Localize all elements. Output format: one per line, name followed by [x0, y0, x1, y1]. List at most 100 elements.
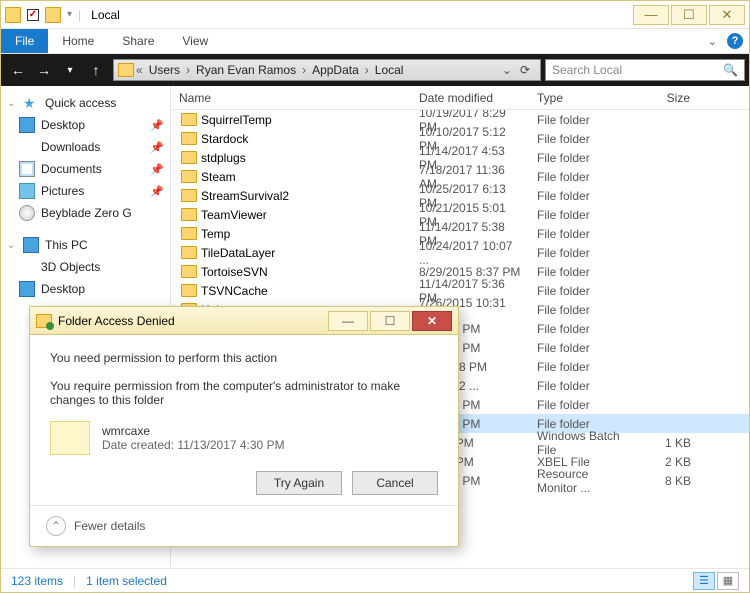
- nav-item[interactable]: Desktop: [1, 278, 170, 300]
- qat-checkbox-icon[interactable]: ✓: [27, 9, 39, 21]
- minimize-button[interactable]: —: [633, 5, 669, 25]
- maximize-button[interactable]: ☐: [671, 5, 707, 25]
- fewer-details-link[interactable]: Fewer details: [74, 519, 145, 533]
- file-type: File folder: [529, 360, 639, 374]
- pin-icon: 📌: [150, 119, 164, 132]
- search-icon: 🔍: [723, 63, 738, 77]
- folder-icon: [181, 170, 197, 183]
- file-name: TileDataLayer: [201, 246, 275, 260]
- nav-label: Documents: [41, 162, 102, 176]
- column-name[interactable]: Name: [171, 91, 411, 105]
- file-type: Windows Batch File: [529, 429, 639, 457]
- column-size[interactable]: Size: [639, 91, 699, 105]
- address-bar[interactable]: « Users › Ryan Evan Ramos › AppData › Lo…: [113, 59, 541, 81]
- tab-view[interactable]: View: [168, 29, 222, 53]
- dialog-close-button[interactable]: ✕: [412, 311, 452, 331]
- dialog-titlebar[interactable]: Folder Access Denied — ☐ ✕: [30, 307, 458, 335]
- breadcrumb-seg[interactable]: Users: [145, 63, 184, 77]
- close-button[interactable]: ✕: [709, 5, 745, 25]
- chevron-up-icon[interactable]: ⌃: [46, 516, 66, 536]
- nav-label: Desktop: [41, 118, 85, 132]
- file-type: File folder: [529, 398, 639, 412]
- column-type[interactable]: Type: [529, 91, 639, 105]
- chevron-icon: «: [136, 63, 143, 77]
- pic-icon: [19, 183, 35, 199]
- folder-icon: [181, 246, 197, 259]
- nav-item[interactable]: Beyblade Zero G: [1, 202, 170, 224]
- pc-icon: [23, 237, 39, 253]
- breadcrumb-seg[interactable]: AppData: [308, 63, 363, 77]
- nav-item[interactable]: Documents📌: [1, 158, 170, 180]
- forward-button[interactable]: →: [31, 58, 57, 82]
- cube-icon: [19, 259, 35, 275]
- address-dropdown-icon[interactable]: ⌄: [502, 63, 512, 77]
- statusbar: 123 items | 1 item selected ☰ ▦: [1, 568, 749, 592]
- chevron-icon[interactable]: ›: [365, 63, 369, 77]
- back-button[interactable]: ←: [5, 58, 31, 82]
- nav-label: Desktop: [41, 282, 85, 296]
- file-type: Resource Monitor ...: [529, 467, 639, 495]
- refresh-icon[interactable]: ⟳: [514, 63, 536, 77]
- caret-icon[interactable]: ⌄: [7, 98, 17, 109]
- table-row[interactable]: TileDataLayer10/24/2017 10:07 ...File fo…: [171, 243, 749, 262]
- folder-icon: [181, 208, 197, 221]
- this-pc-label: This PC: [45, 238, 88, 252]
- up-button[interactable]: ↑: [83, 58, 109, 82]
- nav-label: Downloads: [41, 140, 100, 154]
- nav-label: Pictures: [41, 184, 84, 198]
- item-count: 123 items: [11, 574, 63, 588]
- file-tab[interactable]: File: [1, 29, 48, 53]
- folder-access-denied-dialog: Folder Access Denied — ☐ ✕ You need perm…: [29, 306, 459, 547]
- dialog-maximize-button[interactable]: ☐: [370, 311, 410, 331]
- nav-label: 3D Objects: [41, 260, 100, 274]
- nav-item[interactable]: Pictures📌: [1, 180, 170, 202]
- file-type: File folder: [529, 322, 639, 336]
- details-view-button[interactable]: ☰: [693, 572, 715, 590]
- quick-access-label: Quick access: [45, 96, 116, 110]
- icons-view-button[interactable]: ▦: [717, 572, 739, 590]
- try-again-button[interactable]: Try Again: [256, 471, 342, 495]
- ribbon: File Home Share View ⌄ ?: [1, 29, 749, 54]
- folder-icon: [5, 7, 21, 23]
- file-type: File folder: [529, 246, 639, 260]
- this-pc[interactable]: ⌄ This PC: [1, 234, 170, 256]
- nav-item[interactable]: 3D Objects: [1, 256, 170, 278]
- chevron-icon[interactable]: ›: [186, 63, 190, 77]
- dialog-message-2: You require permission from the computer…: [50, 379, 438, 407]
- file-name: stdplugs: [201, 151, 246, 165]
- search-input[interactable]: Search Local 🔍: [545, 59, 745, 81]
- file-size: 2 KB: [639, 455, 699, 469]
- file-name: StreamSurvival2: [201, 189, 289, 203]
- folder-shield-icon: [36, 314, 52, 328]
- tab-share[interactable]: Share: [108, 29, 168, 53]
- doc-icon: [19, 161, 35, 177]
- file-type: File folder: [529, 303, 639, 317]
- breadcrumb-seg[interactable]: Ryan Evan Ramos: [192, 63, 300, 77]
- qat-dropdown-icon[interactable]: ▾: [67, 9, 72, 20]
- file-name: Stardock: [201, 132, 248, 146]
- folder-icon: [118, 63, 134, 77]
- file-name: TortoiseSVN: [201, 265, 268, 279]
- chevron-icon[interactable]: ›: [302, 63, 306, 77]
- folder-icon: [181, 284, 197, 297]
- titlebar: ✓ ▾ | Local — ☐ ✕: [1, 1, 749, 29]
- ribbon-collapse-icon[interactable]: ⌄: [704, 35, 721, 48]
- dialog-minimize-button[interactable]: —: [328, 311, 368, 331]
- file-size: 1 KB: [639, 436, 699, 450]
- breadcrumb-seg[interactable]: Local: [371, 63, 408, 77]
- file-type: File folder: [529, 151, 639, 165]
- help-icon[interactable]: ?: [727, 33, 743, 49]
- folder-icon: [181, 113, 197, 126]
- tab-home[interactable]: Home: [48, 29, 108, 53]
- nav-item[interactable]: Downloads📌: [1, 136, 170, 158]
- nav-item[interactable]: Desktop 📌: [1, 114, 170, 136]
- caret-icon[interactable]: ⌄: [7, 240, 17, 251]
- window-title: Local: [91, 8, 120, 22]
- file-name: SquirrelTemp: [201, 113, 272, 127]
- column-date[interactable]: Date modified: [411, 91, 529, 105]
- quick-access[interactable]: ⌄ ★ Quick access: [1, 92, 170, 114]
- file-type: File folder: [529, 189, 639, 203]
- cancel-button[interactable]: Cancel: [352, 471, 438, 495]
- history-dropdown[interactable]: ▾: [57, 58, 83, 82]
- file-name: TSVNCache: [201, 284, 268, 298]
